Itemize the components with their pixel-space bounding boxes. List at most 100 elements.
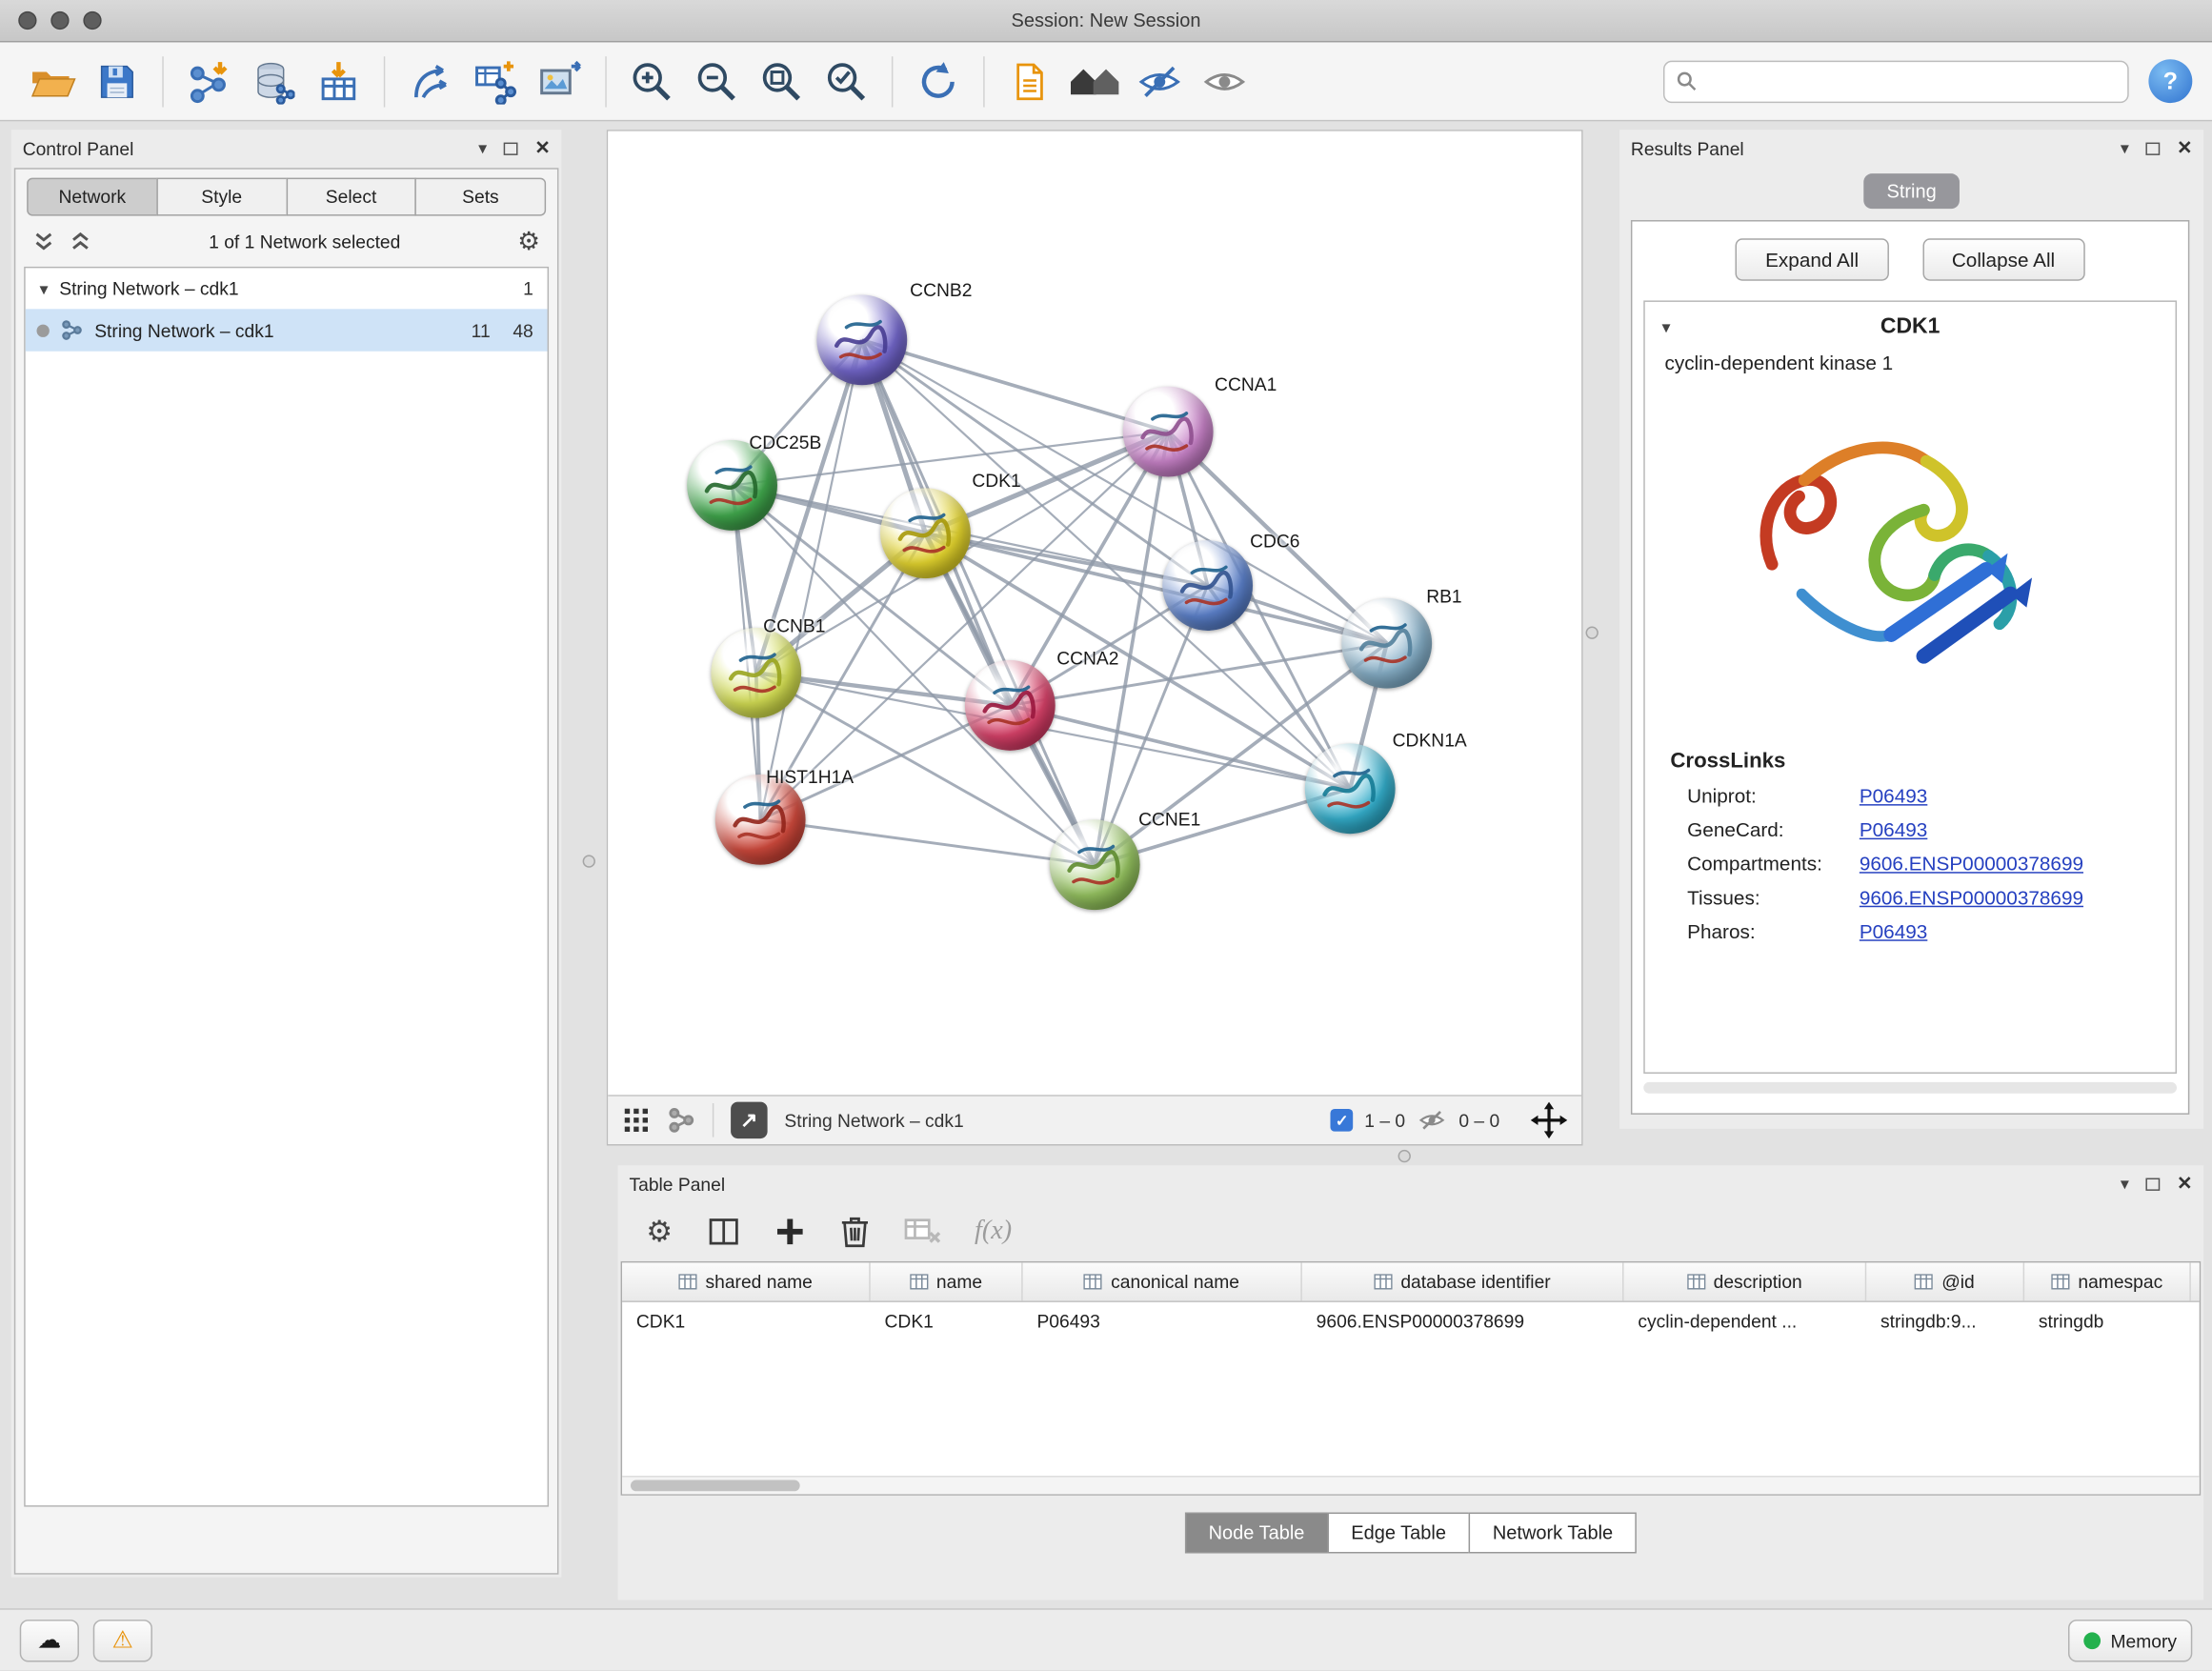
close-panel-icon[interactable]: ✕ — [2177, 137, 2192, 160]
network-node-cdkn1a[interactable] — [1305, 743, 1396, 834]
show-columns-icon[interactable] — [707, 1215, 741, 1249]
crosslink-link[interactable]: 9606.ENSP00000378699 — [1860, 886, 2083, 909]
network-node-rb1[interactable] — [1341, 598, 1432, 689]
panel-menu-icon[interactable]: ▾ — [2121, 138, 2129, 158]
column-header-canonical-name[interactable]: canonical name — [1023, 1262, 1302, 1300]
grid-view-icon[interactable] — [622, 1106, 651, 1135]
panel-menu-icon[interactable]: ▾ — [2121, 1174, 2129, 1194]
export-image-button[interactable] — [528, 49, 593, 113]
add-column-icon[interactable] — [774, 1217, 806, 1248]
refresh-layout-button[interactable] — [906, 49, 971, 113]
right-splitter-handle[interactable] — [1586, 627, 1599, 639]
gear-icon[interactable]: ⚙ — [517, 229, 540, 254]
expand-all-icon[interactable] — [70, 232, 92, 252]
network-node-ccnb1[interactable] — [711, 628, 801, 718]
crosslink-link[interactable]: P06493 — [1860, 818, 1927, 841]
float-panel-icon[interactable] — [2146, 1178, 2161, 1190]
network-row-selected[interactable]: String Network – cdk1 11 48 — [26, 309, 548, 351]
crosslink-link[interactable]: P06493 — [1860, 784, 1927, 807]
gene-collapse-icon[interactable]: ▾ — [1662, 317, 1719, 337]
function-builder-icon[interactable]: f(x) — [975, 1217, 1012, 1248]
crosslink-link[interactable]: P06493 — [1860, 920, 1927, 943]
copy-document-button[interactable] — [997, 49, 1062, 113]
network-node-ccnb2[interactable] — [816, 295, 907, 386]
close-window-button[interactable] — [18, 11, 36, 30]
zoom-selected-button[interactable] — [814, 49, 878, 113]
expand-all-button[interactable]: Expand All — [1736, 238, 1888, 280]
tree-expand-icon[interactable]: ▾ — [39, 278, 48, 298]
column-header-shared-name[interactable]: shared name — [622, 1262, 871, 1300]
horizontal-splitter-handle[interactable] — [1398, 1150, 1411, 1162]
network-node-ccna2[interactable] — [965, 660, 1056, 751]
column-header-description[interactable]: description — [1624, 1262, 1867, 1300]
warnings-button[interactable]: ⚠ — [93, 1620, 152, 1661]
zoom-fit-button[interactable] — [749, 49, 814, 113]
edge-HIST1H1A-CCNE1[interactable] — [760, 819, 1095, 864]
network-canvas[interactable]: CCNB2CCNA1CDC25BCDK1CDC6RB1CCNB1CCNA2CDK… — [608, 131, 1581, 1095]
network-collection-row[interactable]: ▾ String Network – cdk1 1 — [26, 268, 548, 309]
show-all-button[interactable] — [1192, 49, 1257, 113]
column-header-name[interactable]: name — [871, 1262, 1023, 1300]
network-small-icon[interactable] — [667, 1106, 695, 1135]
save-session-button[interactable] — [85, 49, 150, 113]
cloud-status-button[interactable]: ☁ — [20, 1620, 79, 1661]
tab-network[interactable]: Network — [27, 178, 157, 216]
tab-network-table[interactable]: Network Table — [1469, 1513, 1638, 1554]
import-table-button[interactable] — [306, 49, 371, 113]
panel-menu-icon[interactable]: ▾ — [478, 138, 487, 158]
string-tab-badge[interactable]: String — [1864, 173, 1960, 209]
network-node-hist1h1a[interactable] — [715, 775, 806, 865]
delete-column-trash-icon[interactable] — [839, 1214, 871, 1251]
memory-button[interactable]: Memory — [2068, 1620, 2192, 1661]
zoom-fit-icon — [759, 58, 804, 103]
open-session-button[interactable] — [20, 49, 85, 113]
collapse-all-icon[interactable] — [32, 232, 55, 252]
edge-CCNB2-CCNE1[interactable] — [862, 340, 1095, 865]
birds-eye-toggle-button[interactable]: ↗ — [731, 1102, 768, 1139]
zoom-in-button[interactable] — [619, 49, 684, 113]
selected-checkbox-icon[interactable]: ✓ — [1331, 1109, 1354, 1132]
float-panel-icon[interactable] — [504, 142, 518, 154]
network-node-cdc25b[interactable] — [687, 440, 777, 531]
network-node-cdc6[interactable] — [1162, 540, 1253, 631]
tab-edge-table[interactable]: Edge Table — [1327, 1513, 1470, 1554]
table-row[interactable]: CDK1CDK1P064939606.ENSP00000378699cyclin… — [622, 1302, 2200, 1340]
import-network-database-button[interactable] — [241, 49, 306, 113]
import-network-file-button[interactable] — [176, 49, 241, 113]
home-button[interactable] — [1062, 49, 1127, 113]
table-horizontal-scrollbar[interactable] — [622, 1476, 2200, 1494]
search-input[interactable] — [1705, 70, 2116, 91]
network-node-ccna1[interactable] — [1123, 387, 1214, 477]
column-header--id[interactable]: @id — [1866, 1262, 2024, 1300]
network-label: String Network – cdk1 — [94, 319, 273, 340]
column-header-namespac[interactable]: namespac — [2024, 1262, 2191, 1300]
table-body: CDK1CDK1P064939606.ENSP00000378699cyclin… — [622, 1302, 2200, 1340]
close-panel-icon[interactable]: ✕ — [2177, 1173, 2192, 1196]
results-scrollbar[interactable] — [1643, 1082, 2177, 1094]
new-network-button[interactable] — [398, 49, 463, 113]
hide-selected-button[interactable] — [1127, 49, 1192, 113]
scrollbar-thumb[interactable] — [631, 1480, 800, 1491]
edge-CCNB2-HIST1H1A[interactable] — [760, 340, 862, 820]
network-from-table-button[interactable] — [463, 49, 528, 113]
crosslink-link[interactable]: 9606.ENSP00000378699 — [1860, 852, 2083, 875]
network-node-cdk1[interactable] — [880, 488, 971, 578]
zoom-out-button[interactable] — [684, 49, 749, 113]
minimize-window-button[interactable] — [50, 11, 69, 30]
close-panel-icon[interactable]: ✕ — [534, 137, 550, 160]
tab-node-table[interactable]: Node Table — [1184, 1513, 1328, 1554]
tab-style[interactable]: Style — [156, 178, 287, 216]
column-header-database-identifier[interactable]: database identifier — [1302, 1262, 1624, 1300]
tab-sets[interactable]: Sets — [415, 178, 546, 216]
network-node-ccne1[interactable] — [1050, 819, 1140, 910]
collapse-all-button[interactable]: Collapse All — [1922, 238, 2085, 280]
help-button[interactable]: ? — [2148, 59, 2192, 103]
left-splitter-handle[interactable] — [583, 855, 595, 867]
float-panel-icon[interactable] — [2146, 142, 2161, 154]
table-settings-gear-icon[interactable]: ⚙ — [646, 1217, 673, 1246]
tab-select[interactable]: Select — [286, 178, 416, 216]
warning-icon: ⚠ — [112, 1626, 134, 1655]
maximize-window-button[interactable] — [83, 11, 101, 30]
hidden-eye-slash-icon[interactable] — [1417, 1108, 1448, 1134]
fit-selected-crosshair-icon[interactable] — [1531, 1102, 1568, 1139]
